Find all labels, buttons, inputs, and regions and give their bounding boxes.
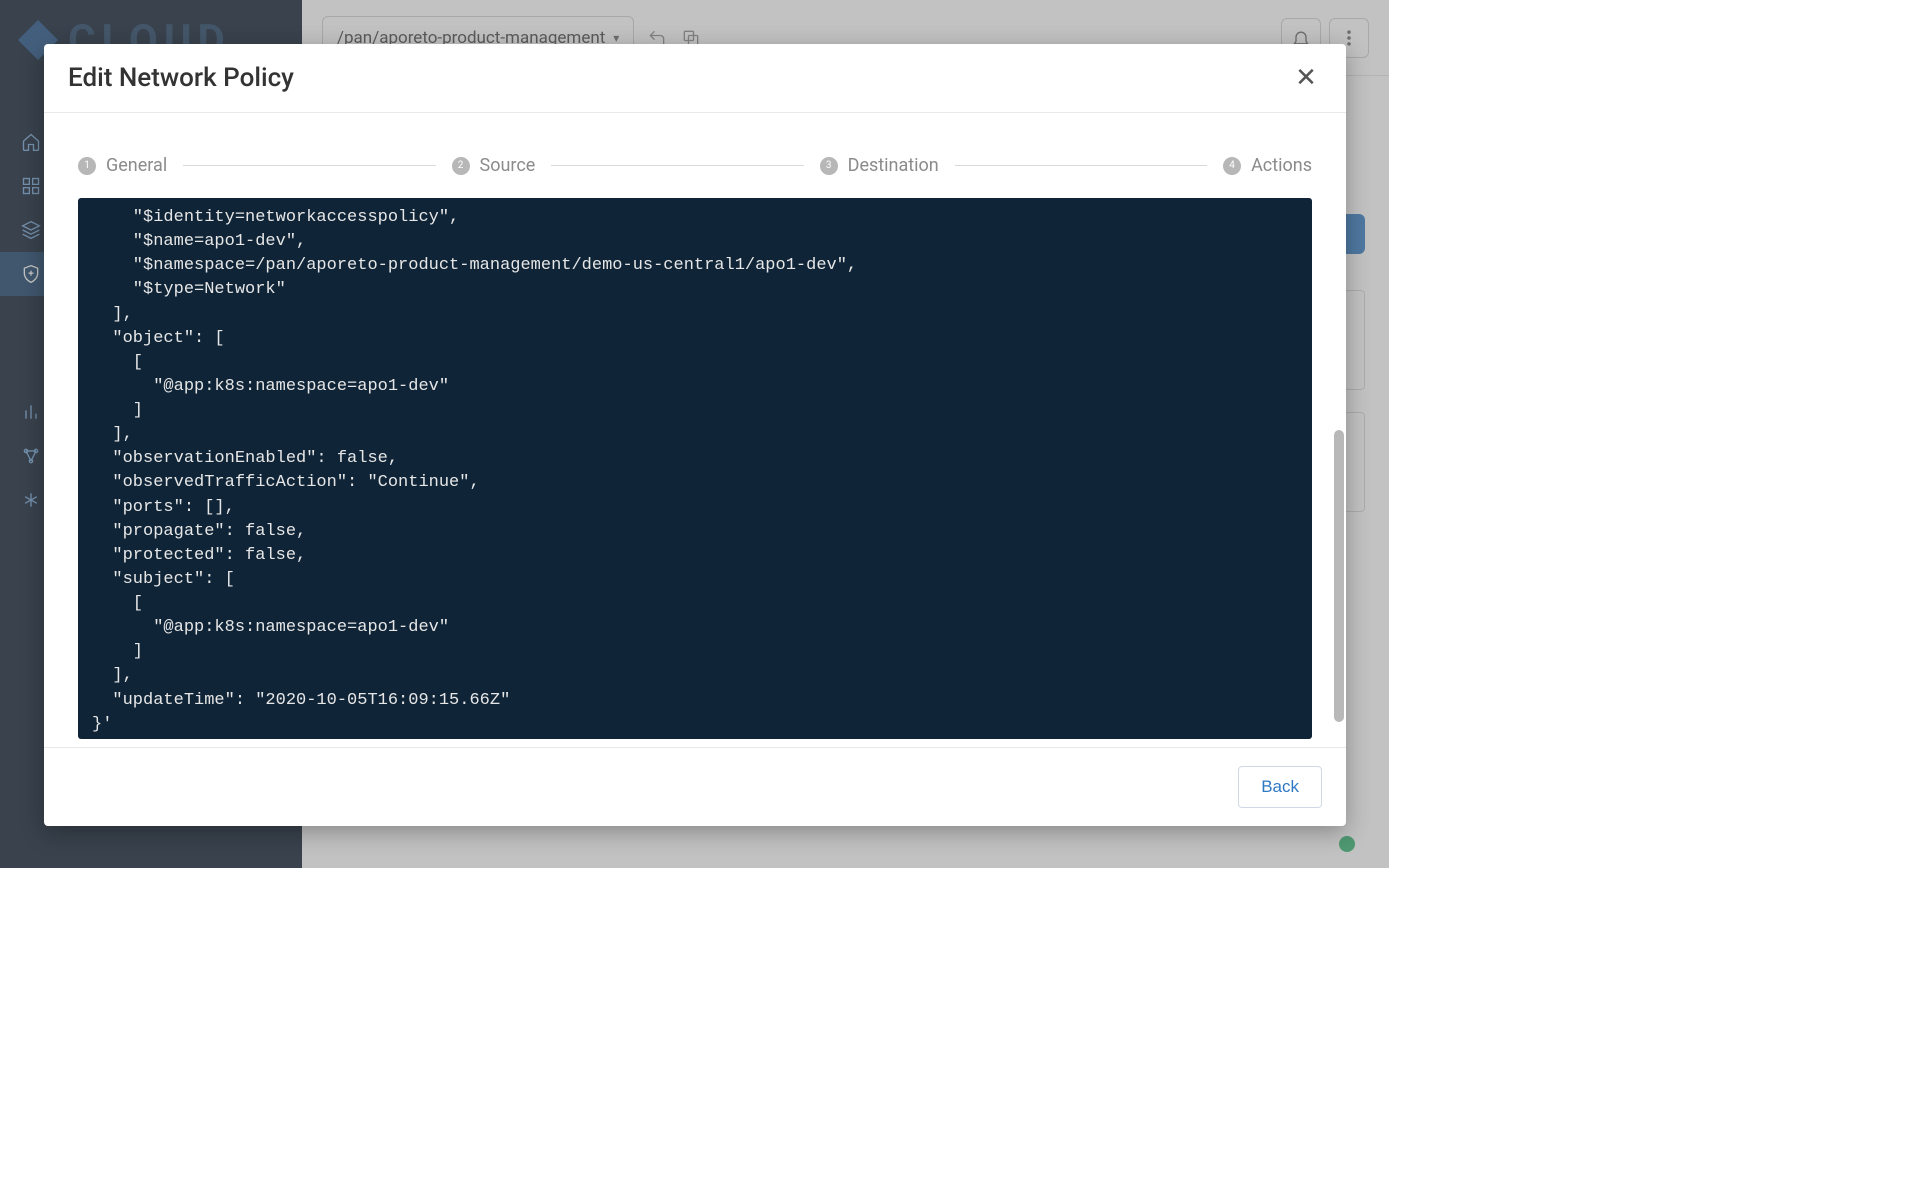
step-destination[interactable]: 3 Destination xyxy=(820,155,939,176)
step-label: General xyxy=(106,155,167,176)
modal-footer: Back xyxy=(44,747,1346,826)
step-label: Actions xyxy=(1251,155,1312,176)
modal-header: Edit Network Policy ✕ xyxy=(44,44,1346,113)
step-label: Destination xyxy=(848,155,939,176)
step-number: 4 xyxy=(1223,157,1241,175)
step-general[interactable]: 1 General xyxy=(78,155,167,176)
step-source[interactable]: 2 Source xyxy=(452,155,536,176)
edit-network-policy-modal: Edit Network Policy ✕ 1 General 2 Source… xyxy=(44,44,1346,826)
step-number: 1 xyxy=(78,157,96,175)
wizard-stepper: 1 General 2 Source 3 Destination 4 Actio… xyxy=(78,155,1312,176)
modal-title: Edit Network Policy xyxy=(68,63,294,93)
step-actions[interactable]: 4 Actions xyxy=(1223,155,1312,176)
step-connector xyxy=(955,165,1207,166)
scrollbar-thumb[interactable] xyxy=(1334,430,1344,722)
step-number: 3 xyxy=(820,157,838,175)
back-button[interactable]: Back xyxy=(1238,766,1322,808)
step-label: Source xyxy=(480,155,536,176)
step-connector xyxy=(183,165,435,166)
modal-body: 1 General 2 Source 3 Destination 4 Actio… xyxy=(44,113,1346,747)
close-icon: ✕ xyxy=(1295,63,1317,93)
policy-code-block[interactable]: "$identity=networkaccesspolicy", "$name=… xyxy=(78,198,1312,739)
step-connector xyxy=(551,165,803,166)
app-root: CLOUD xyxy=(0,0,1389,868)
step-number: 2 xyxy=(452,157,470,175)
modal-close-button[interactable]: ✕ xyxy=(1290,62,1322,94)
